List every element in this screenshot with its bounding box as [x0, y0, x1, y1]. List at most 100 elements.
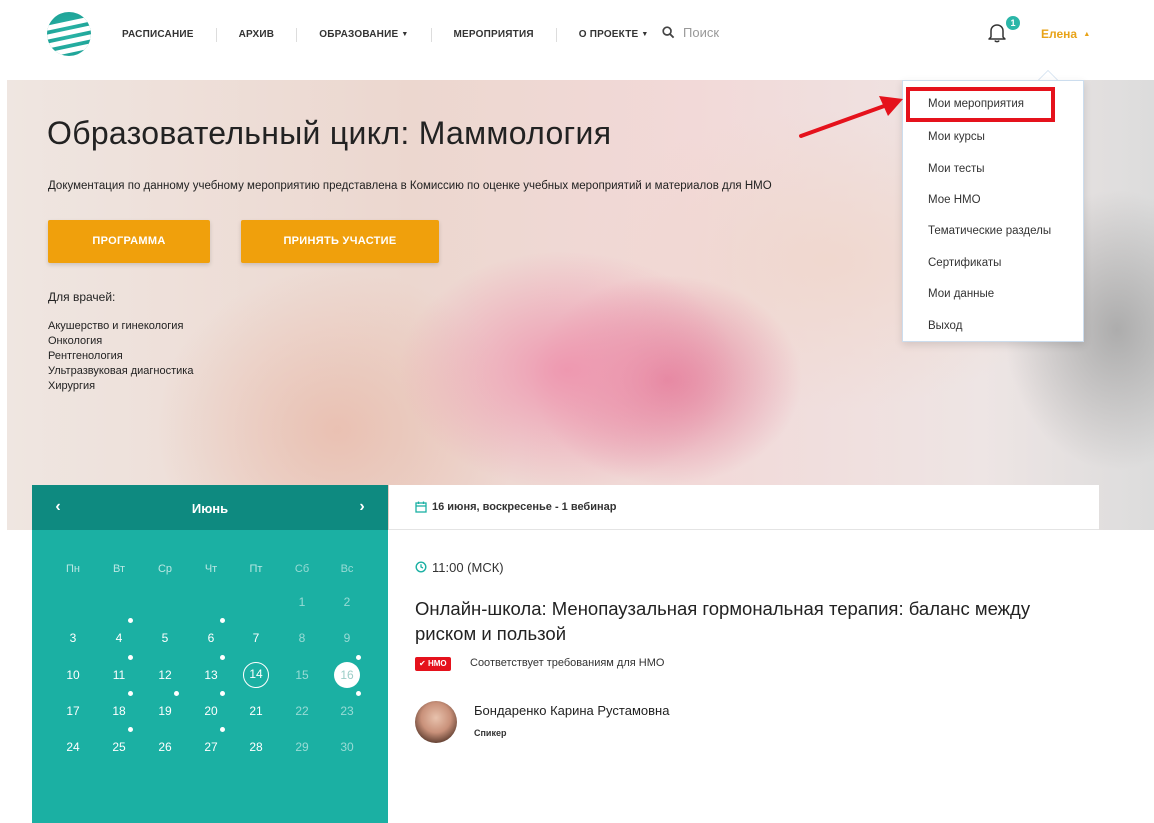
weekday-label: Чт — [204, 563, 218, 575]
weekday-label: Вс — [340, 563, 354, 575]
event-indicator-dot — [220, 655, 225, 660]
calendar-day[interactable]: 15 — [287, 665, 317, 685]
join-button[interactable]: ПРИНЯТЬ УЧАСТИЕ — [241, 220, 439, 263]
notification-badge: 1 — [1006, 16, 1020, 30]
event-indicator-dot — [128, 655, 133, 660]
nav-item-3[interactable]: МЕРОПРИЯТИЯ — [430, 28, 556, 42]
doctor-specialty: Акушерство и гинекология — [48, 320, 184, 332]
calendar-day[interactable]: 12 — [150, 665, 180, 685]
event-indicator-dot — [128, 727, 133, 732]
calendar-day[interactable]: 7 — [241, 628, 271, 648]
nav-item-label: РАСПИСАНИЕ — [122, 29, 194, 40]
event-indicator-dot — [220, 691, 225, 696]
event-indicator-dot — [356, 691, 361, 696]
chevron-right-icon[interactable]: › — [352, 497, 372, 517]
menu-item-3[interactable]: Мое НМО — [928, 194, 981, 206]
calendar-day[interactable]: 10 — [58, 665, 88, 685]
calendar-day[interactable]: 22 — [287, 701, 317, 721]
calendar-day[interactable]: 11 — [104, 665, 134, 685]
doctor-specialty: Рентгенология — [48, 350, 123, 362]
doctor-specialty: Хирургия — [48, 380, 96, 392]
nav-item-label: О ПРОЕКТЕ — [578, 29, 639, 40]
nav-item-label: АРХИВ — [238, 29, 275, 40]
menu-item-7[interactable]: Выход — [928, 320, 962, 332]
menu-item-2[interactable]: Мои тесты — [928, 163, 985, 175]
calendar-header: ‹ Июнь › — [32, 485, 388, 530]
calendar-day[interactable]: 17 — [58, 701, 88, 721]
calendar-day[interactable]: 16 — [334, 662, 360, 688]
calendar-day[interactable]: 19 — [150, 701, 180, 721]
calendar-day[interactable]: 29 — [287, 737, 317, 757]
calendar-day[interactable]: 5 — [150, 628, 180, 648]
calendar-day[interactable]: 23 — [332, 701, 362, 721]
menu-item-5[interactable]: Сертификаты — [928, 257, 1001, 269]
doctor-specialty: Онкология — [48, 335, 103, 347]
main-nav: РАСПИСАНИЕ АРХИВ ОБРАЗОВАНИЕ ▼ МЕРОПРИЯТИЯ О … — [100, 28, 671, 42]
event-indicator-dot — [220, 727, 225, 732]
caret-down-icon: ▼ — [641, 31, 649, 38]
calendar-day[interactable]: 2 — [332, 592, 362, 612]
calendar-day[interactable]: 13 — [196, 665, 226, 685]
weekday-label: Ср — [157, 563, 173, 575]
calendar-day[interactable]: 6 — [196, 628, 226, 648]
doctor-specialty: Ультразвуковая диагностика — [48, 365, 194, 377]
weekday-label: Вт — [112, 563, 125, 575]
calendar-icon — [415, 501, 427, 513]
calendar-day[interactable]: 30 — [332, 737, 362, 757]
calendar-day[interactable]: 25 — [104, 737, 134, 757]
calendar-widget: ‹ Июнь › Пн Вт Ср Чт Пт Сб Вс 1 2 3 4 5 6 7 8 9 10 11 12 13… — [32, 485, 388, 823]
caret-down-icon: ▼ — [401, 31, 409, 38]
page-title: Образовательный цикл: Маммология — [47, 115, 612, 151]
speaker-avatar — [415, 701, 457, 743]
event-indicator-dot — [128, 618, 133, 623]
weekday-label: Пт — [249, 563, 263, 575]
calendar-day[interactable]: 28 — [241, 737, 271, 757]
calendar-day[interactable]: 24 — [58, 737, 88, 757]
nmo-badge: ✔ НМО — [415, 657, 451, 671]
menu-item-4[interactable]: Тематические разделы — [928, 225, 1051, 237]
highlight-box — [906, 87, 1055, 122]
speaker-name[interactable]: Бондаренко Карина Рустамовна — [474, 703, 669, 718]
calendar-day[interactable]: 1 — [287, 592, 317, 612]
menu-item-1[interactable]: Мои курсы — [928, 131, 985, 143]
nav-item-label: ОБРАЗОВАНИЕ — [319, 29, 399, 40]
search-box[interactable] — [662, 25, 843, 40]
calendar-month: Июнь — [191, 501, 229, 516]
nav-item-2[interactable]: ОБРАЗОВАНИЕ ▼ — [296, 28, 430, 42]
site-logo[interactable] — [47, 12, 91, 56]
user-menu-toggle[interactable]: Елена ▲ — [1041, 27, 1090, 41]
hero-description: Документация по данному учебному меропри… — [48, 180, 772, 192]
caret-up-icon: ▲ — [1083, 31, 1091, 38]
calendar-day[interactable]: 26 — [150, 737, 180, 757]
calendar-day[interactable]: 9 — [332, 628, 362, 648]
calendar-day[interactable]: 21 — [241, 701, 271, 721]
event-panel: 16 июня, воскресенье - 1 вебинар 11:00 (… — [389, 485, 1099, 823]
nav-item-4[interactable]: О ПРОЕКТЕ ▼ — [555, 28, 671, 42]
calendar-day[interactable]: 27 — [196, 737, 226, 757]
calendar-day[interactable]: 8 — [287, 628, 317, 648]
event-indicator-dot — [220, 618, 225, 623]
weekday-label: Сб — [294, 563, 310, 575]
event-indicator-dot — [356, 655, 361, 660]
calendar-day[interactable]: 20 — [196, 701, 226, 721]
nmo-compliance-text: Соответствует требованиям для НМО — [470, 657, 665, 669]
program-button[interactable]: ПРОГРАММА — [48, 220, 210, 263]
event-indicator-dot — [174, 691, 179, 696]
calendar-day[interactable]: 4 — [104, 628, 134, 648]
site-header: РАСПИСАНИЕ АРХИВ ОБРАЗОВАНИЕ ▼ МЕРОПРИЯТИЯ О … — [0, 0, 1154, 80]
calendar-day[interactable]: 3 — [58, 628, 88, 648]
red-arrow-annotation — [799, 96, 903, 138]
event-date: 16 июня, воскресенье - 1 вебинар — [432, 501, 617, 513]
event-indicator-dot — [128, 691, 133, 696]
clock-icon — [415, 561, 427, 573]
nav-item-label: МЕРОПРИЯТИЯ — [453, 29, 534, 40]
doctors-list: Акушерство и гинекология Онкология Рентген… — [48, 319, 193, 394]
search-input[interactable] — [683, 25, 843, 40]
nav-item-1[interactable]: АРХИВ — [215, 28, 297, 42]
nav-item-0[interactable]: РАСПИСАНИЕ — [100, 28, 216, 42]
event-title[interactable]: Онлайн-школа: Менопаузальная гормональна… — [415, 596, 1055, 646]
calendar-day[interactable]: 18 — [104, 701, 134, 721]
menu-item-6[interactable]: Мои данные — [928, 288, 994, 300]
calendar-day[interactable]: 14 — [243, 662, 269, 688]
user-name: Елена — [1041, 27, 1078, 41]
